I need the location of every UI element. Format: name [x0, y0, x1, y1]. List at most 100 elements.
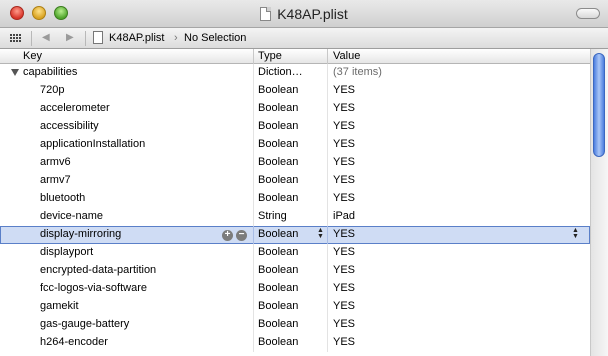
column-divider [327, 280, 328, 298]
table-row[interactable]: device-name String iPad [0, 208, 590, 226]
row-key: bluetooth [40, 192, 86, 204]
row-value: YES [333, 336, 356, 348]
back-arrow-icon[interactable]: ◀ [42, 32, 50, 43]
path-bar-divider [31, 31, 32, 46]
row-key: applicationInstallation [40, 138, 146, 150]
row-key: armv7 [40, 174, 71, 186]
column-divider [327, 154, 328, 172]
row-key: accessibility [40, 120, 99, 132]
row-key: fcc-logos-via-software [40, 282, 147, 294]
row-type: Boolean [258, 102, 299, 114]
document-icon [260, 7, 272, 21]
column-header-value[interactable]: Value [333, 50, 360, 62]
column-divider [253, 82, 254, 100]
plist-editor-window: K48AP.plist ◀ ▶ K48AP.plist › No Selecti… [0, 0, 608, 356]
column-divider [253, 118, 254, 136]
table-row[interactable]: fcc-logos-via-software Boolean YES [0, 280, 590, 298]
column-divider [253, 154, 254, 172]
column-divider [327, 316, 328, 334]
row-type: Boolean [258, 300, 299, 312]
window-title: K48AP.plist [0, 6, 608, 22]
disclosure-triangle-icon[interactable] [11, 69, 19, 76]
remove-item-icon[interactable]: − [236, 230, 247, 241]
column-divider [253, 100, 254, 118]
column-divider [327, 208, 328, 226]
column-divider [253, 190, 254, 208]
column-header-key[interactable]: Key [23, 50, 42, 62]
column-divider [253, 172, 254, 190]
column-divider [253, 334, 254, 352]
column-divider [327, 298, 328, 316]
row-value: YES [333, 120, 356, 132]
row-key: device-name [40, 210, 103, 222]
table-row[interactable]: accelerometer Boolean YES [0, 100, 590, 118]
row-type: Diction… [258, 66, 303, 78]
row-key: accelerometer [40, 102, 110, 114]
column-divider [253, 64, 254, 82]
row-type: Boolean [258, 336, 299, 348]
grid-icon[interactable] [10, 34, 22, 43]
row-value: iPad [333, 210, 356, 222]
row-type: Boolean [258, 120, 299, 132]
table-row-selected[interactable]: display-mirroring + − Boolean ▲ ▼ YES ▲ ▼ [0, 226, 590, 244]
row-type: String [258, 210, 287, 222]
type-popup-arrows-icon[interactable]: ▲ ▼ [317, 227, 324, 240]
row-key: gamekit [40, 300, 79, 312]
column-header-type[interactable]: Type [258, 50, 282, 62]
table-row[interactable]: encrypted-data-partition Boolean YES [0, 262, 590, 280]
table-row[interactable]: applicationInstallation Boolean YES [0, 136, 590, 154]
row-type: Boolean [258, 174, 299, 186]
file-icon [93, 31, 103, 44]
toolbar-toggle-button[interactable] [576, 8, 600, 19]
row-key: capabilities [23, 66, 78, 78]
vertical-scrollbar[interactable] [590, 49, 608, 356]
row-key: 720p [40, 84, 65, 96]
value-popup-arrows-icon[interactable]: ▲ ▼ [572, 227, 579, 240]
row-value[interactable]: YES [333, 228, 355, 240]
row-value: YES [333, 264, 356, 276]
table-row[interactable]: displayport Boolean YES [0, 244, 590, 262]
forward-arrow-icon[interactable]: ▶ [66, 32, 74, 43]
table-row[interactable]: 720p Boolean YES [0, 82, 590, 100]
scrollbar-thumb[interactable] [593, 53, 605, 157]
row-type: Boolean [258, 318, 299, 330]
column-divider [327, 64, 328, 82]
table-row[interactable]: armv7 Boolean YES [0, 172, 590, 190]
row-type[interactable]: Boolean [258, 228, 298, 240]
row-value: YES [333, 174, 356, 186]
row-key: displayport [40, 246, 94, 258]
column-divider [253, 280, 254, 298]
row-key[interactable]: display-mirroring [40, 228, 121, 240]
column-divider [253, 226, 254, 244]
column-divider [327, 49, 328, 64]
table-header: Key Type Value [0, 49, 590, 64]
column-divider [253, 208, 254, 226]
title-bar: K48AP.plist [0, 0, 608, 28]
path-selection-item[interactable]: No Selection [184, 32, 246, 44]
column-divider [253, 316, 254, 334]
table-row[interactable]: bluetooth Boolean YES [0, 190, 590, 208]
column-divider [327, 118, 328, 136]
table-row[interactable]: gas-gauge-battery Boolean YES [0, 316, 590, 334]
table-row[interactable]: gamekit Boolean YES [0, 298, 590, 316]
row-type: Boolean [258, 282, 299, 294]
path-separator-icon: › [174, 32, 178, 44]
table-row[interactable]: armv6 Boolean YES [0, 154, 590, 172]
row-value: YES [333, 318, 356, 330]
row-value: YES [333, 300, 356, 312]
column-divider [327, 244, 328, 262]
table-row-root[interactable]: capabilities Diction… (37 items) [0, 64, 590, 82]
column-divider [327, 172, 328, 190]
path-file-item[interactable]: K48AP.plist [109, 32, 164, 44]
add-item-icon[interactable]: + [222, 230, 233, 241]
row-key: h264-encoder [40, 336, 108, 348]
column-divider [327, 190, 328, 208]
table-row[interactable]: accessibility Boolean YES [0, 118, 590, 136]
window-title-text: K48AP.plist [277, 6, 348, 22]
row-type: Boolean [258, 84, 299, 96]
row-key: gas-gauge-battery [40, 318, 130, 330]
table-row[interactable]: h264-encoder Boolean YES [0, 334, 590, 352]
row-type: Boolean [258, 192, 299, 204]
row-value: YES [333, 246, 356, 258]
row-type: Boolean [258, 246, 299, 258]
